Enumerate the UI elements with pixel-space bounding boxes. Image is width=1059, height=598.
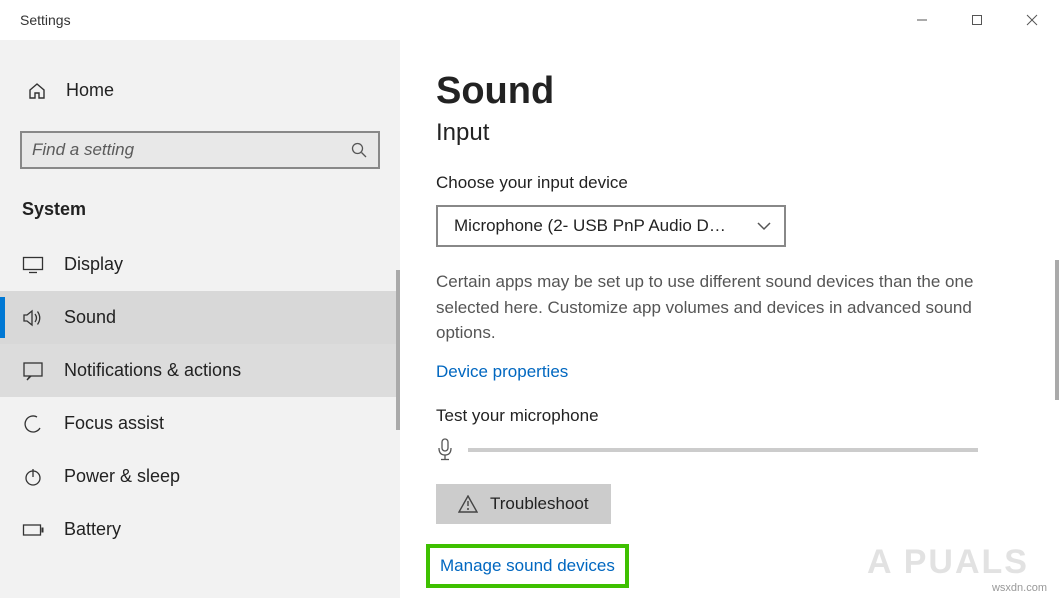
- search-input[interactable]: [32, 140, 350, 160]
- device-properties-link[interactable]: Device properties: [436, 362, 568, 382]
- sidebar-item-power-sleep[interactable]: Power & sleep: [0, 450, 400, 503]
- brand-watermark: A PUALS: [867, 543, 1029, 582]
- search-icon: [350, 141, 368, 159]
- power-icon: [22, 467, 44, 487]
- content-scrollbar[interactable]: [1055, 260, 1059, 400]
- warning-icon: [458, 495, 478, 513]
- home-nav[interactable]: Home: [0, 70, 400, 121]
- sidebar-item-sound[interactable]: Sound: [0, 291, 400, 344]
- display-icon: [22, 256, 44, 274]
- window-controls: [894, 0, 1059, 40]
- sidebar-item-label: Notifications & actions: [64, 360, 241, 381]
- input-device-label: Choose your input device: [436, 173, 1023, 193]
- mic-level-row: [436, 438, 1023, 462]
- sidebar-item-battery[interactable]: Battery: [0, 503, 400, 556]
- home-label: Home: [66, 80, 114, 101]
- content-pane: Sound Input Choose your input device Mic…: [400, 40, 1059, 598]
- mic-level-bar: [468, 448, 978, 452]
- main-area: Home System Display Sound Notifica: [0, 40, 1059, 598]
- microphone-icon: [436, 438, 454, 462]
- sidebar-item-display[interactable]: Display: [0, 238, 400, 291]
- troubleshoot-button[interactable]: Troubleshoot: [436, 484, 611, 524]
- test-mic-label: Test your microphone: [436, 406, 1023, 426]
- sidebar-item-label: Power & sleep: [64, 466, 180, 487]
- close-button[interactable]: [1004, 0, 1059, 40]
- sound-icon: [22, 308, 44, 328]
- home-icon: [26, 81, 48, 101]
- sidebar-category: System: [0, 193, 400, 238]
- input-help-text: Certain apps may be set up to use differ…: [436, 269, 1006, 346]
- input-device-dropdown[interactable]: Microphone (2- USB PnP Audio D…: [436, 205, 786, 247]
- troubleshoot-label: Troubleshoot: [490, 494, 589, 514]
- section-title: Input: [436, 119, 1023, 147]
- focus-assist-icon: [22, 414, 44, 434]
- sidebar-item-notifications[interactable]: Notifications & actions: [0, 344, 400, 397]
- dropdown-value: Microphone (2- USB PnP Audio D…: [454, 216, 726, 236]
- sidebar-item-label: Sound: [64, 307, 116, 328]
- battery-icon: [22, 523, 44, 537]
- titlebar: Settings: [0, 0, 1059, 40]
- sidebar-item-label: Display: [64, 254, 123, 275]
- page-title: Sound: [436, 70, 1023, 113]
- sidebar-item-focus-assist[interactable]: Focus assist: [0, 397, 400, 450]
- sidebar: Home System Display Sound Notifica: [0, 40, 400, 598]
- search-box[interactable]: [20, 131, 380, 169]
- manage-sound-devices-link[interactable]: Manage sound devices: [440, 556, 615, 576]
- sidebar-item-label: Focus assist: [64, 413, 164, 434]
- sidebar-item-label: Battery: [64, 519, 121, 540]
- notifications-icon: [22, 361, 44, 381]
- site-watermark: wsxdn.com: [992, 582, 1047, 594]
- maximize-button[interactable]: [949, 0, 1004, 40]
- window-title: Settings: [20, 12, 71, 28]
- chevron-down-icon: [756, 221, 772, 231]
- minimize-button[interactable]: [894, 0, 949, 40]
- manage-devices-highlight: Manage sound devices: [426, 544, 629, 588]
